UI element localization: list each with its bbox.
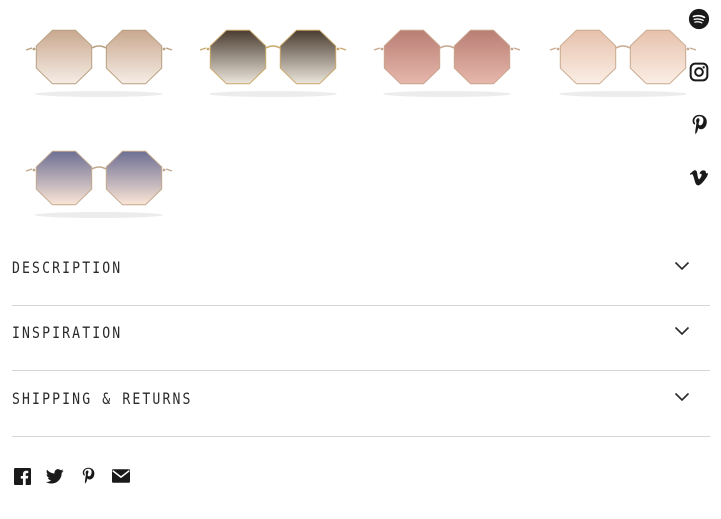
accordion-shipping-returns-title: SHIPPING & RETURNS	[12, 389, 193, 408]
chevron-down-icon	[674, 326, 690, 336]
vimeo-icon[interactable]	[687, 166, 711, 190]
sunglasses-image	[25, 29, 173, 97]
thumbnail-1[interactable]	[24, 12, 174, 102]
thumbnail-2[interactable]	[198, 12, 348, 102]
accordion-inspiration[interactable]: INSPIRATION	[12, 306, 710, 371]
spotify-icon[interactable]	[687, 7, 711, 31]
thumbnail-4[interactable]	[548, 12, 698, 102]
pinterest-share-icon[interactable]	[78, 467, 98, 485]
accordion-inspiration-title: INSPIRATION	[12, 323, 123, 342]
accordion-description[interactable]: DESCRIPTION	[12, 241, 710, 306]
chevron-down-icon	[674, 261, 690, 271]
sunglasses-image	[25, 150, 173, 218]
accordion-shipping-returns[interactable]: SHIPPING & RETURNS	[12, 372, 710, 437]
pinterest-icon[interactable]	[687, 113, 711, 137]
thumbnail-3[interactable]	[372, 12, 522, 102]
email-icon[interactable]	[111, 467, 131, 485]
sunglasses-image	[199, 29, 347, 97]
facebook-icon[interactable]	[12, 467, 32, 485]
thumbnail-5[interactable]	[24, 133, 174, 223]
instagram-icon[interactable]	[687, 60, 711, 84]
twitter-icon[interactable]	[45, 467, 65, 485]
sunglasses-image	[373, 29, 521, 97]
share-links	[12, 467, 131, 485]
sunglasses-image	[549, 29, 697, 97]
accordion-description-title: DESCRIPTION	[12, 258, 123, 277]
chevron-down-icon	[674, 392, 690, 402]
